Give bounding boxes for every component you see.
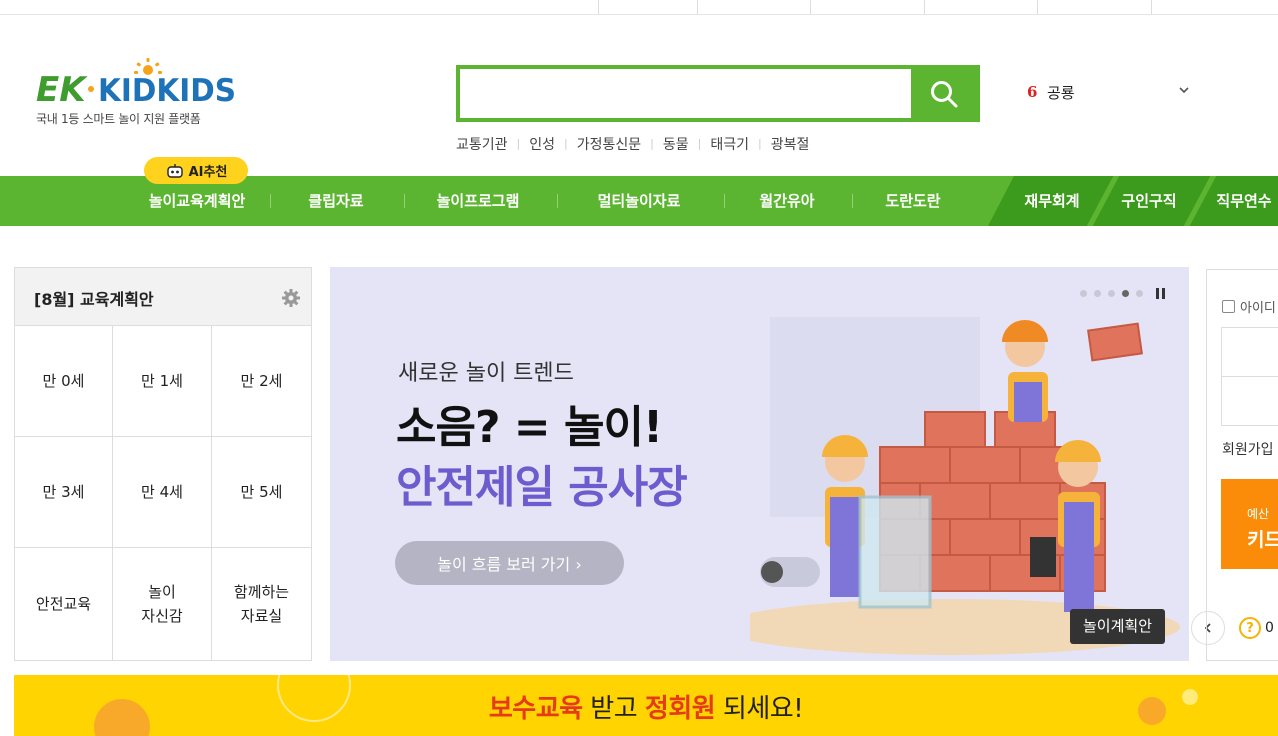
plan-grid: 만 0세 만 1세 만 2세 만 3세 만 4세 만 5세 안전교육 놀이 자신… xyxy=(15,326,311,660)
utility-divider xyxy=(598,0,599,14)
nav-item-doran[interactable]: 도란도란 xyxy=(868,176,958,226)
plan-cell-age0[interactable]: 만 0세 xyxy=(15,326,113,437)
plan-cell-safety[interactable]: 안전교육 xyxy=(15,548,113,660)
chevron-down-icon[interactable] xyxy=(1177,83,1191,97)
promo-highlight-2: 정회원 xyxy=(644,694,716,724)
plan-cell-age2[interactable]: 만 2세 xyxy=(212,326,311,437)
keyword-link[interactable]: 교통기관 xyxy=(456,134,517,154)
ad-line-2: 키드 xyxy=(1247,529,1278,551)
gear-icon[interactable] xyxy=(281,288,301,308)
svg-text:KIDKIDS: KIDKIDS xyxy=(98,73,236,108)
logo-tagline: 국내 1등 스마트 놀이 지원 플랫폼 xyxy=(36,112,201,126)
banner-headline-2: 안전제일 공사장 xyxy=(396,462,688,513)
education-plan-box: [8월] 교육계획안 만 0세 만 1세 만 2세 만 3세 만 4세 만 5세… xyxy=(14,267,312,661)
plan-header: [8월] 교육계획안 xyxy=(15,268,311,326)
promo-text-2: 받고 xyxy=(582,694,645,724)
slide-indicator xyxy=(1080,288,1165,299)
sun-logo-icon: EK KIDKIDS xyxy=(36,58,236,108)
promo-highlight-1: 보수교육 xyxy=(488,694,583,724)
ad-line-1: 예산 xyxy=(1247,507,1270,521)
main-banner[interactable]: 새로운 놀이 트렌드 소음? = 놀이! 안전제일 공사장 놀이 흐름 보러 가… xyxy=(330,267,1189,661)
utility-bar xyxy=(0,0,1278,15)
robot-icon xyxy=(166,163,183,178)
svg-text:EK: EK xyxy=(36,70,88,108)
utility-divider xyxy=(924,0,925,14)
site-logo[interactable]: EK KIDKIDS 국내 1등 스마트 놀이 지원 플랫폼 xyxy=(36,58,246,130)
keyword-link[interactable]: 동물 xyxy=(654,134,698,154)
plan-cell-age1[interactable]: 만 1세 xyxy=(113,326,212,437)
search-button[interactable] xyxy=(911,65,977,122)
search-icon xyxy=(931,80,958,107)
utility-divider xyxy=(697,0,698,14)
nav-item-monthly[interactable]: 월간유아 xyxy=(742,176,832,226)
rank-number: 6 xyxy=(1027,83,1038,101)
id-field[interactable] xyxy=(1221,327,1278,377)
popular-keywords: 교통기관 | 인성 | 가정통신문 | 동물 | 태극기 | 광복절 xyxy=(456,134,818,154)
construction-illustration xyxy=(750,317,1180,655)
banner-cta-button[interactable]: 놀이 흐름 보러 가기 › xyxy=(395,541,624,585)
nav-item-play-program[interactable]: 놀이프로그램 xyxy=(423,176,533,226)
promo-banner[interactable]: 보수교육 받고 정회원 되세요! xyxy=(14,675,1278,736)
save-id-checkbox[interactable]: 아이디 xyxy=(1222,297,1276,316)
plan-cell-confidence[interactable]: 놀이 자신감 xyxy=(113,548,212,660)
banner-category-tag: 놀이계획안 xyxy=(1070,609,1166,644)
nav-item-multi-play[interactable]: 멀티놀이자료 xyxy=(584,176,694,226)
join-link[interactable]: 회원가입 xyxy=(1222,439,1274,459)
rank-term: 공룡 xyxy=(1047,83,1075,102)
plan-cell-age3[interactable]: 만 3세 xyxy=(15,437,113,548)
pause-icon[interactable] xyxy=(1156,288,1165,299)
login-panel: 아이디 회원가입 예산 키드 ? 0 xyxy=(1206,269,1278,661)
search-box xyxy=(456,65,980,122)
promo-text: 보수교육 받고 정회원 되세요! xyxy=(14,688,1278,725)
promo-text-4: 되세요! xyxy=(715,694,804,724)
banner-headline: 소음? = 놀이! xyxy=(396,402,663,453)
slide-dot[interactable] xyxy=(1080,290,1087,297)
plan-cell-age4[interactable]: 만 4세 xyxy=(113,437,212,548)
slide-dot[interactable] xyxy=(1108,290,1115,297)
save-id-label: 아이디 xyxy=(1240,301,1276,316)
slide-dot[interactable] xyxy=(1136,290,1143,297)
question-icon: ? xyxy=(1239,617,1261,639)
password-field[interactable] xyxy=(1221,376,1278,426)
utility-divider xyxy=(1151,0,1152,14)
slide-dot-active[interactable] xyxy=(1122,290,1129,297)
nav-item-clips[interactable]: 클립자료 xyxy=(290,176,382,226)
search-input[interactable] xyxy=(460,69,916,118)
plan-cell-library[interactable]: 함께하는 자료실 xyxy=(212,548,311,660)
utility-divider xyxy=(810,0,811,14)
plan-title: [8월] 교육계획안 xyxy=(34,290,154,309)
plan-cell-age5[interactable]: 만 5세 xyxy=(212,437,311,548)
nav-item-accounting[interactable]: 재무회계 xyxy=(1012,176,1092,226)
nav-item-jobs[interactable]: 구인구직 xyxy=(1110,176,1188,226)
nav-item-training[interactable]: 직무연수 xyxy=(1208,176,1278,226)
ai-recommend-badge[interactable]: AI추천 xyxy=(144,157,248,184)
side-ad-banner[interactable]: 예산 키드 xyxy=(1221,479,1278,569)
keyword-link[interactable]: 태극기 xyxy=(701,134,758,154)
search-ranking[interactable]: 6 공룡 xyxy=(1027,80,1197,104)
help-link[interactable]: ? 0 xyxy=(1239,617,1274,639)
slide-dot[interactable] xyxy=(1094,290,1101,297)
help-label: 0 xyxy=(1265,620,1274,636)
banner-subtitle: 새로운 놀이 트렌드 xyxy=(398,361,574,386)
keyword-link[interactable]: 가정통신문 xyxy=(568,134,650,154)
utility-divider xyxy=(1037,0,1038,14)
keyword-link[interactable]: 인성 xyxy=(520,134,564,154)
ai-badge-label: AI추천 xyxy=(188,165,228,180)
keyword-link[interactable]: 광복절 xyxy=(762,134,819,154)
